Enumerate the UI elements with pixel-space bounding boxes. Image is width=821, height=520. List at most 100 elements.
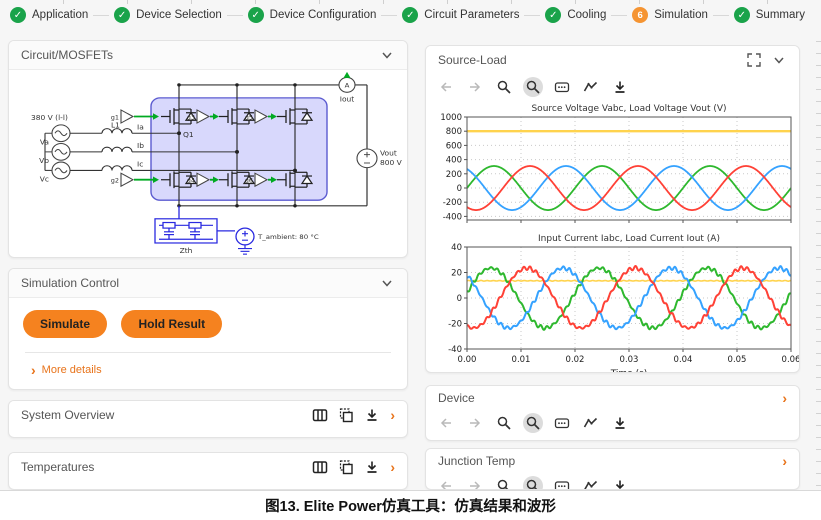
- svg-text:800: 800: [446, 127, 462, 137]
- back-arrow-icon[interactable]: [436, 413, 456, 433]
- step-device-selection[interactable]: ✓ Device Selection: [114, 7, 222, 23]
- label-t-ambient: T_ambient: 80 °C: [257, 233, 319, 241]
- chevron-right-icon[interactable]: ›: [782, 391, 787, 405]
- table-columns-icon[interactable]: [312, 407, 328, 423]
- line-chart-icon[interactable]: [581, 77, 601, 97]
- step-number-badge: 6: [632, 7, 648, 23]
- source-load-header[interactable]: Source-Load: [426, 46, 799, 74]
- box-select-icon[interactable]: [552, 413, 572, 433]
- svg-text:0.01: 0.01: [512, 355, 531, 365]
- step-simulation-current[interactable]: 6 Simulation: [632, 7, 708, 23]
- label-source-voltage: 380 V (l-l): [31, 113, 68, 122]
- chevron-right-icon[interactable]: ›: [782, 454, 787, 468]
- label-g3: g3: [187, 114, 195, 121]
- box-select-icon[interactable]: [552, 476, 572, 490]
- step-label: Circuit Parameters: [424, 9, 519, 21]
- system-overview-header[interactable]: System Overview ›: [9, 401, 407, 429]
- label-g1: g1: [111, 114, 119, 121]
- forward-arrow-icon[interactable]: [465, 413, 485, 433]
- simulate-button[interactable]: Simulate: [23, 310, 107, 338]
- line-chart-icon[interactable]: [581, 476, 601, 490]
- label-vc: Vc: [40, 175, 49, 184]
- forward-arrow-icon[interactable]: [465, 77, 485, 97]
- chart-title: Input Current Iabc, Load Current Iout (A…: [538, 234, 720, 244]
- zoom-active-icon[interactable]: [523, 413, 543, 433]
- zoom-icon[interactable]: [494, 77, 514, 97]
- svg-text:0.06: 0.06: [782, 355, 800, 365]
- step-label: Simulation: [654, 9, 708, 21]
- divider: [25, 352, 391, 353]
- wizard-stepper: ✓ Application ✓ Device Selection ✓ Devic…: [0, 0, 815, 30]
- line-chart-icon[interactable]: [581, 413, 601, 433]
- chevron-right-icon: ›: [31, 363, 36, 377]
- step-device-configuration[interactable]: ✓ Device Configuration: [248, 7, 377, 23]
- download-icon[interactable]: [364, 407, 380, 423]
- back-arrow-icon[interactable]: [436, 77, 456, 97]
- x-axis-label: Time (s): [610, 369, 648, 373]
- panel-title: Temperatures: [21, 460, 94, 474]
- circuit-body: 380 V (l-l) Va Vb Vc L1 Ia Ib Ic g1 g3 g…: [9, 70, 407, 258]
- step-label: Summary: [756, 9, 805, 21]
- svg-text:20: 20: [451, 269, 462, 279]
- chevron-down-icon[interactable]: [379, 48, 395, 62]
- download-icon[interactable]: [610, 476, 630, 490]
- step-summary[interactable]: ✓ Summary: [734, 7, 805, 23]
- forward-arrow-icon[interactable]: [465, 476, 485, 490]
- junction-temp-header[interactable]: Junction Temp ›: [426, 449, 799, 473]
- box-select-icon[interactable]: [552, 77, 572, 97]
- step-label: Device Configuration: [270, 9, 377, 21]
- step-circuit-parameters[interactable]: ✓ Circuit Parameters: [402, 7, 519, 23]
- more-details-link[interactable]: › More details: [31, 363, 393, 377]
- figure-caption: 图13. Elite Power仿真工具：仿真结果和波形: [265, 495, 556, 516]
- chart-input-current[interactable]: 40200-20-400.000.010.020.030.040.050.06I…: [427, 231, 798, 373]
- svg-text:0.00: 0.00: [458, 355, 477, 365]
- svg-text:400: 400: [446, 156, 462, 166]
- caption-bar: 图13. Elite Power仿真工具：仿真结果和波形: [0, 490, 821, 520]
- check-icon: ✓: [114, 7, 130, 23]
- zoom-active-icon[interactable]: [523, 476, 543, 490]
- panel-title: Junction Temp: [438, 454, 515, 468]
- more-details-label: More details: [42, 364, 102, 376]
- svg-text:0.02: 0.02: [566, 355, 585, 365]
- chevron-right-icon[interactable]: ›: [390, 460, 395, 474]
- label-zth: Zth: [180, 246, 193, 255]
- hold-result-button[interactable]: Hold Result: [121, 310, 222, 338]
- svg-text:-40: -40: [448, 345, 462, 355]
- back-arrow-icon[interactable]: [436, 476, 456, 490]
- fullscreen-icon[interactable]: [747, 53, 761, 67]
- download-icon[interactable]: [610, 77, 630, 97]
- label-iout: Iout: [340, 95, 355, 104]
- circuit-panel-header[interactable]: Circuit/MOSFETs: [9, 41, 407, 70]
- sim-control-header[interactable]: Simulation Control: [9, 269, 407, 298]
- download-icon[interactable]: [610, 413, 630, 433]
- label-q1: Q1: [183, 130, 194, 139]
- zoom-icon[interactable]: [494, 476, 514, 490]
- chevron-down-icon[interactable]: [379, 276, 395, 290]
- copy-icon[interactable]: [338, 407, 354, 423]
- svg-text:0.05: 0.05: [728, 355, 747, 365]
- check-icon: ✓: [545, 7, 561, 23]
- step-application[interactable]: ✓ Application: [10, 7, 88, 23]
- zoom-active-icon[interactable]: [523, 77, 543, 97]
- step-connector: [93, 15, 109, 16]
- table-columns-icon[interactable]: [312, 459, 328, 475]
- step-connector: [227, 15, 243, 16]
- svg-text:1000: 1000: [440, 113, 462, 123]
- device-header[interactable]: Device ›: [426, 386, 799, 410]
- check-icon: ✓: [10, 7, 26, 23]
- panel-system-overview: System Overview ›: [8, 400, 408, 438]
- chevron-down-icon[interactable]: [771, 53, 787, 67]
- panel-title: Device: [438, 391, 475, 405]
- zoom-icon[interactable]: [494, 413, 514, 433]
- copy-icon[interactable]: [338, 459, 354, 475]
- temperatures-header[interactable]: Temperatures ›: [9, 453, 407, 481]
- svg-text:0.04: 0.04: [674, 355, 693, 365]
- chevron-right-icon[interactable]: ›: [390, 408, 395, 422]
- step-label: Cooling: [567, 9, 606, 21]
- download-icon[interactable]: [364, 459, 380, 475]
- panel-temperatures: Temperatures ›: [8, 452, 408, 490]
- step-cooling[interactable]: ✓ Cooling: [545, 7, 606, 23]
- chart-source-voltage[interactable]: 10008006004002000-200-400Source Voltage …: [427, 101, 798, 231]
- svg-text:-400: -400: [443, 212, 462, 222]
- label-ic: Ic: [137, 160, 143, 169]
